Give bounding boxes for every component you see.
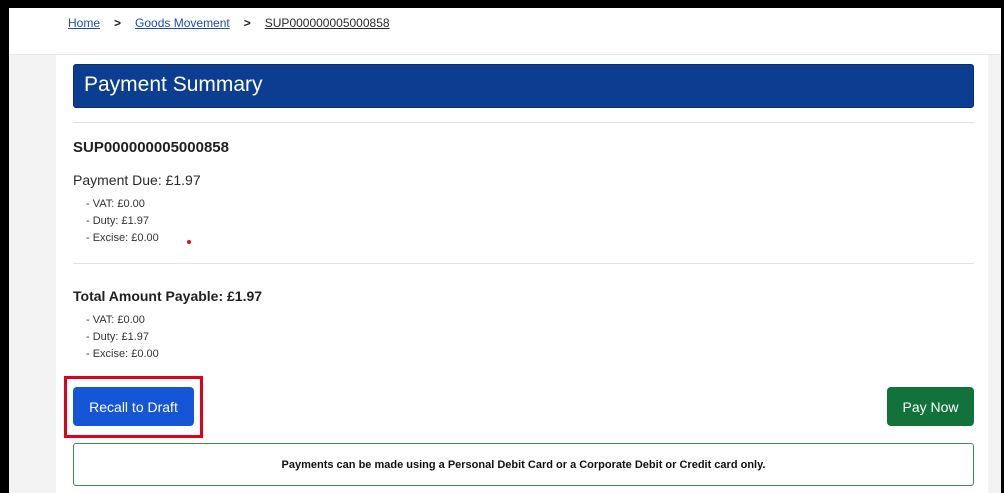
breadcrumb-current[interactable]: SUP000000005000858: [265, 16, 390, 30]
window-top-border: [0, 0, 1004, 8]
breadcrumb-goods-movement-link[interactable]: Goods Movement: [135, 16, 230, 30]
notice-text: Payments can be made using a Personal De…: [281, 458, 766, 471]
vat-line: - VAT: £0.00: [86, 314, 145, 326]
recall-to-draft-button[interactable]: Recall to Draft: [73, 387, 194, 426]
divider: [73, 122, 974, 123]
pay-now-button[interactable]: Pay Now: [887, 387, 974, 426]
payment-summary-header: Payment Summary: [73, 64, 974, 108]
breadcrumb-home-link[interactable]: Home: [68, 16, 100, 30]
divider: [73, 263, 974, 264]
movement-reference: SUP000000005000858: [73, 139, 229, 156]
chevron-right-icon: >: [114, 16, 122, 30]
vat-line: - VAT: £0.00: [86, 198, 145, 210]
payment-methods-notice: Payments can be made using a Personal De…: [73, 443, 974, 486]
total-breakdown: - VAT: £0.00 - Duty: £1.97 - Excise: £0.…: [86, 312, 159, 363]
payment-due-breakdown: - VAT: £0.00 - Duty: £1.97 - Excise: £0.…: [86, 196, 159, 247]
breadcrumb: Home > Goods Movement > SUP0000000050008…: [68, 16, 390, 30]
window-left-border: [0, 0, 9, 493]
page-title: Payment Summary: [84, 73, 263, 96]
chevron-right-icon: >: [243, 16, 251, 30]
total-amount-payable: Total Amount Payable: £1.97: [73, 288, 263, 304]
excise-line: - Excise: £0.00: [86, 348, 159, 360]
duty-line: - Duty: £1.97: [86, 331, 149, 343]
payment-due: Payment Due: £1.97: [73, 172, 201, 188]
excise-line: - Excise: £0.00: [86, 232, 159, 244]
duty-line: - Duty: £1.97: [86, 215, 149, 227]
red-marker-dot: [187, 240, 191, 244]
